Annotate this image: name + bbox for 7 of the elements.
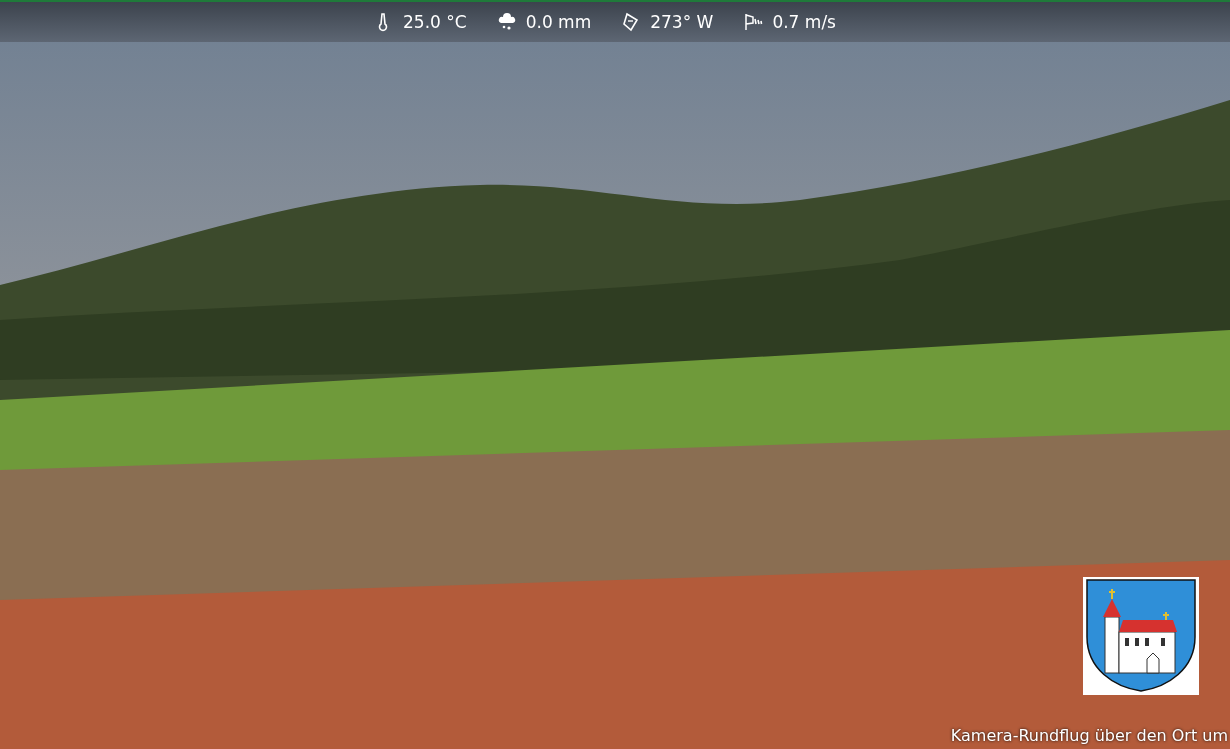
caption-ticker: Kamera-Rundflug über den Ort um	[950, 726, 1228, 745]
weather-reading: 0.7 m/s	[772, 12, 836, 32]
weather-reading: 273° W	[650, 12, 714, 32]
rain-cloud-icon	[496, 12, 517, 32]
weather-reading: 25.0 °C	[403, 12, 467, 32]
weather-reading: 0.0 mm	[525, 12, 592, 32]
windsock-icon	[743, 12, 764, 32]
